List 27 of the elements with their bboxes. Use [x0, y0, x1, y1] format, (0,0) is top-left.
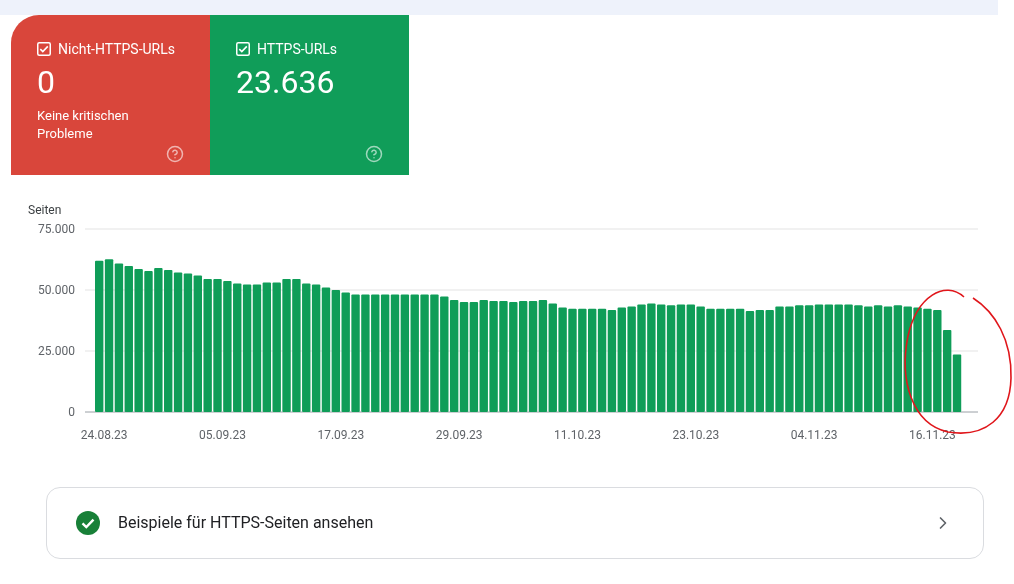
axis-title: Seiten: [28, 203, 62, 217]
axis-label: 29.09.23: [435, 428, 483, 442]
axis-label: 50.000: [38, 283, 75, 297]
axis-label: 24.08.23: [80, 428, 128, 442]
checkbox-icon[interactable]: [236, 42, 250, 56]
axis-label: 75.000: [38, 222, 75, 236]
axis-label: 25.000: [38, 344, 75, 358]
axis-label: 11.10.23: [554, 428, 601, 442]
axis-label: 0: [68, 405, 75, 419]
axis-label: 04.11.23: [790, 428, 838, 442]
examples-link[interactable]: Beispiele für HTTPS-Seiten ansehen: [46, 487, 984, 559]
help-icon[interactable]: [365, 145, 383, 163]
tile-label: HTTPS-URLs: [257, 41, 338, 57]
summary-tile[interactable]: HTTPS-URLs 23.636: [210, 15, 409, 175]
axis-label: 17.09.23: [317, 428, 365, 442]
axis-label: 23.10.23: [672, 428, 720, 442]
tile-value: 23.636: [236, 63, 336, 101]
checkbox-icon[interactable]: [37, 42, 51, 56]
tile-value: 0: [37, 63, 56, 101]
help-icon[interactable]: [166, 145, 184, 163]
tile-label: Nicht-HTTPS-URLs: [58, 41, 175, 57]
summary-tile[interactable]: Nicht-HTTPS-URLs 0 Keine kritischen Probleme: [11, 15, 210, 175]
axis-label: 05.09.23: [199, 428, 246, 442]
check-circle-icon: [76, 511, 100, 535]
tile-caption: Keine kritischen Probleme: [37, 107, 130, 143]
bar: [952, 354, 962, 412]
axis-label: 16.11.23: [909, 428, 956, 442]
